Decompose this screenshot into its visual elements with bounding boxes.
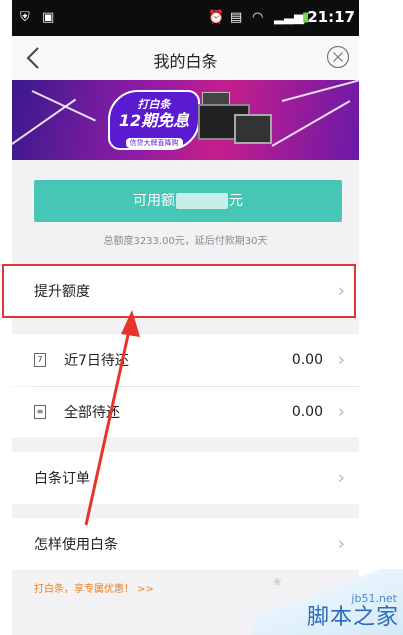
app-notification-icon: ⛨ (20, 10, 30, 25)
chevron-right-icon: › (337, 533, 345, 555)
promo-banner[interactable]: 打白条 12期免息 信贷大牌直降购 (12, 80, 359, 160)
all-due-label: 全部待还 (64, 405, 120, 421)
image-notification-icon: ▣ (42, 10, 55, 25)
chevron-right-icon: › (337, 401, 345, 423)
promo-link[interactable]: 打白条，享专属优惠！ >> (34, 580, 154, 595)
wifi-icon: ◠ (252, 10, 264, 25)
chevron-right-icon: › (337, 280, 345, 302)
row-all-due[interactable]: ≡ 全部待还 0.00 › (12, 387, 359, 437)
chevron-right-icon: › (337, 467, 345, 489)
tablet-image (234, 114, 272, 144)
banner-line1: 打白条 (137, 98, 171, 111)
due7-label: 近7日待还 (64, 353, 129, 369)
nav-bar: 我的白条 (12, 36, 359, 81)
how-to-use-label: 怎样使用白条 (34, 537, 118, 553)
banner-line2: 12期免息 (118, 111, 190, 130)
row-raise-limit[interactable]: 提升额度 › (12, 266, 359, 316)
signal-icon: ▂▃▅ (274, 10, 304, 25)
banner-badge: 打白条 12期免息 信贷大牌直降购 (108, 90, 200, 150)
phone-screen: ⛨ ▣ ⏰ ▤ ◠ ▂▃▅ ▮ 21:17 我的白条 打白条 12期免息 信贷大… (12, 0, 359, 635)
banner-ray (281, 80, 359, 102)
watermark-cn: 脚本之家 (306, 605, 399, 630)
available-credit-button[interactable]: 可用额 元 (34, 180, 342, 222)
credit-label-suffix: 元 (229, 193, 243, 209)
due7-amount: 0.00 (291, 352, 323, 368)
clock: 21:17 (307, 8, 355, 26)
row-orders[interactable]: 白条订单 › (12, 452, 359, 504)
watermark: ❀ jb51.net 脚本之家 (253, 569, 403, 635)
paw-watermark-icon: ❀ (273, 577, 282, 588)
all-due-amount: 0.00 (291, 404, 323, 420)
orders-label: 白条订单 (34, 471, 90, 487)
banner-ray (31, 90, 96, 122)
bill-icon: ≡ (34, 405, 46, 419)
banner-ray (271, 100, 351, 147)
alarm-icon: ⏰ (208, 10, 225, 25)
status-bar: ⛨ ▣ ⏰ ▤ ◠ ▂▃▅ ▮ 21:17 (12, 0, 359, 36)
row-how-to-use[interactable]: 怎样使用白条 › (12, 518, 359, 570)
page-title: 我的白条 (153, 52, 218, 71)
redacted-amount (176, 193, 228, 209)
credit-note: 总额度3233.00元，延后付款期30天 (103, 236, 268, 247)
credit-label-prefix: 可用额 (133, 193, 175, 209)
row-due-7-days[interactable]: 7 近7日待还 0.00 › (12, 334, 359, 386)
calendar-icon: 7 (34, 353, 46, 367)
banner-line3: 信贷大牌直降购 (125, 138, 183, 148)
chevron-right-icon: › (337, 349, 345, 371)
raise-limit-label: 提升额度 (34, 284, 90, 300)
sim-icon: ▤ (230, 10, 243, 25)
close-icon[interactable] (326, 45, 350, 69)
